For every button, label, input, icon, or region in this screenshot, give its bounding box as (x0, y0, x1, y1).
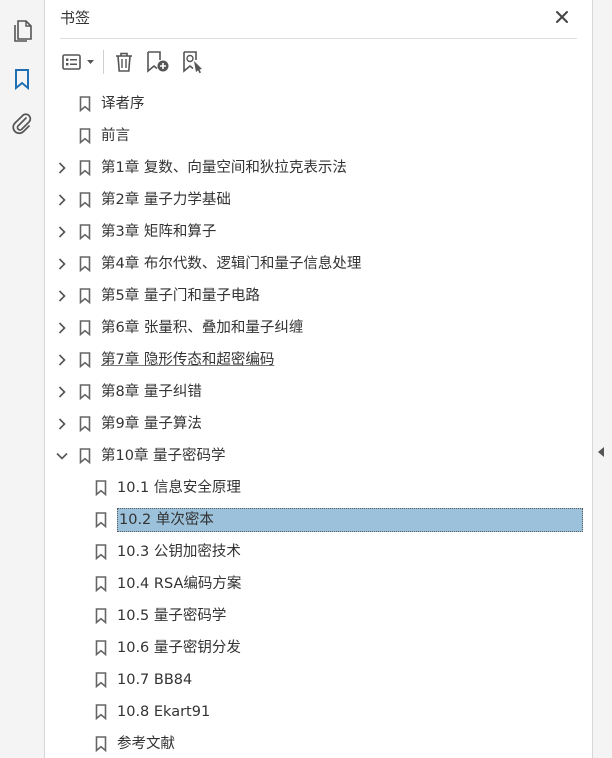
bookmark-item[interactable]: 第9章 量子算法 (45, 410, 592, 438)
bookmark-item[interactable]: 第5章 量子门和量子电路 (45, 282, 592, 310)
find-bookmark-icon (183, 51, 202, 74)
attachments-icon[interactable] (9, 111, 35, 137)
bookmark-icon (79, 384, 91, 401)
trash-icon (116, 52, 132, 72)
title-divider (60, 38, 577, 39)
bookmark-label: 10.5 量子密码学 (117, 608, 227, 624)
bookmark-label: 第10章 量子密码学 (101, 448, 226, 464)
bookmark-icon (95, 576, 107, 593)
bookmark-icon (79, 192, 91, 209)
bookmark-label: 10.3 公钥加密技术 (117, 544, 241, 560)
options-icon (62, 54, 94, 70)
chevron-right-icon[interactable] (55, 417, 69, 431)
bookmark-label: 第7章 隐形传态和超密编码 (101, 352, 275, 368)
bookmark-label: 参考文献 (117, 736, 175, 752)
bookmark-label: 10.2 单次密本 (117, 508, 583, 532)
bookmark-label: 第4章 布尔代数、逻辑门和量子信息处理 (101, 256, 362, 272)
bookmarks-panel: 书签 译者序 前言 第1章 复数、向量空间和狄拉克表示法 第2章 量子力学基础 … (45, 0, 592, 758)
bookmark-icon (79, 448, 91, 465)
bookmark-icon (95, 640, 107, 657)
chevron-right-icon[interactable] (55, 225, 69, 239)
bookmark-icon (95, 544, 107, 561)
chevron-right-icon[interactable] (55, 321, 69, 335)
bookmark-icon (79, 256, 91, 273)
bookmark-item[interactable]: 第4章 布尔代数、逻辑门和量子信息处理 (45, 250, 592, 278)
chevron-right-icon[interactable] (55, 257, 69, 271)
bookmark-item[interactable]: 第6章 张量积、叠加和量子纠缠 (45, 314, 592, 342)
bookmark-item[interactable]: 译者序 (45, 90, 592, 118)
bookmark-label: 译者序 (101, 96, 145, 112)
bookmark-label: 第8章 量子纠错 (101, 384, 202, 400)
chevron-down-icon[interactable] (55, 449, 69, 463)
bookmark-label: 前言 (101, 128, 130, 144)
bookmark-item[interactable]: 第2章 量子力学基础 (45, 186, 592, 214)
chevron-right-icon[interactable] (55, 353, 69, 367)
bookmark-item[interactable]: 第10章 量子密码学 (45, 442, 592, 470)
bookmark-label: 第1章 复数、向量空间和狄拉克表示法 (101, 160, 347, 176)
bookmark-label: 10.8 Ekart91 (117, 704, 211, 720)
bookmark-item[interactable]: 第3章 矩阵和算子 (45, 218, 592, 246)
bookmark-label: 10.4 RSA编码方案 (117, 576, 242, 592)
bookmark-label: 第3章 矩阵和算子 (101, 224, 217, 240)
page-thumbnails-icon[interactable] (9, 18, 35, 44)
bookmark-item[interactable]: 10.5 量子密码学 (45, 602, 592, 630)
bookmark-item[interactable]: 10.6 量子密钥分发 (45, 634, 592, 662)
bookmark-icon (79, 352, 91, 369)
options-button[interactable] (60, 48, 98, 76)
bookmark-icon (95, 512, 107, 529)
close-icon (556, 11, 568, 23)
new-bookmark-button[interactable] (144, 48, 172, 76)
right-rail (592, 0, 612, 758)
bookmark-label: 第2章 量子力学基础 (101, 192, 231, 208)
bookmark-label: 10.6 量子密钥分发 (117, 640, 241, 656)
chevron-right-icon[interactable] (55, 161, 69, 175)
bookmark-icon (79, 320, 91, 337)
bookmark-label: 第6章 张量积、叠加和量子纠缠 (101, 320, 304, 336)
chevron-right-icon[interactable] (55, 193, 69, 207)
bookmark-item[interactable]: 第8章 量子纠错 (45, 378, 592, 406)
add-bookmark-icon (147, 51, 169, 73)
bookmark-icon (79, 224, 91, 241)
collapse-arrow-icon[interactable] (598, 447, 604, 457)
bookmark-label: 第5章 量子门和量子电路 (101, 288, 260, 304)
bookmark-item[interactable]: 10.1 信息安全原理 (45, 474, 592, 502)
bookmark-icon (79, 160, 91, 177)
bookmarks-toolbar (60, 46, 577, 78)
bookmark-item[interactable]: 参考文献 (45, 730, 592, 758)
bookmark-icon (95, 672, 107, 689)
panel-title: 书签 (60, 9, 91, 27)
bookmark-label: 第9章 量子算法 (101, 416, 202, 432)
chevron-right-icon[interactable] (55, 385, 69, 399)
bookmarks-panel-icon[interactable] (9, 66, 35, 92)
bookmark-label: 10.7 BB84 (117, 672, 193, 688)
bookmark-item[interactable]: 第1章 复数、向量空间和狄拉克表示法 (45, 154, 592, 182)
bookmark-item[interactable]: 10.2 单次密本 (45, 506, 592, 534)
find-bookmark-button[interactable] (180, 48, 208, 76)
bookmark-icon (79, 288, 91, 305)
close-panel-button[interactable] (553, 8, 571, 26)
bookmark-label: 10.1 信息安全原理 (117, 480, 241, 496)
bookmark-icon (95, 608, 107, 625)
bookmark-item[interactable]: 前言 (45, 122, 592, 150)
bookmark-item[interactable]: 10.4 RSA编码方案 (45, 570, 592, 598)
bookmark-icon (95, 736, 107, 753)
bookmark-icon (79, 96, 91, 113)
bookmark-item[interactable]: 10.8 Ekart91 (45, 698, 592, 726)
bookmark-item[interactable]: 10.7 BB84 (45, 666, 592, 694)
navigation-rail (0, 0, 45, 758)
bookmark-item[interactable]: 10.3 公钥加密技术 (45, 538, 592, 566)
bookmark-icon (95, 480, 107, 497)
chevron-right-icon[interactable] (55, 289, 69, 303)
bookmark-item[interactable]: 第7章 隐形传态和超密编码 (45, 346, 592, 374)
bookmark-icon (79, 128, 91, 145)
delete-bookmark-button[interactable] (112, 48, 136, 76)
bookmark-icon (95, 704, 107, 721)
bookmark-icon (79, 416, 91, 433)
toolbar-divider (103, 50, 104, 74)
